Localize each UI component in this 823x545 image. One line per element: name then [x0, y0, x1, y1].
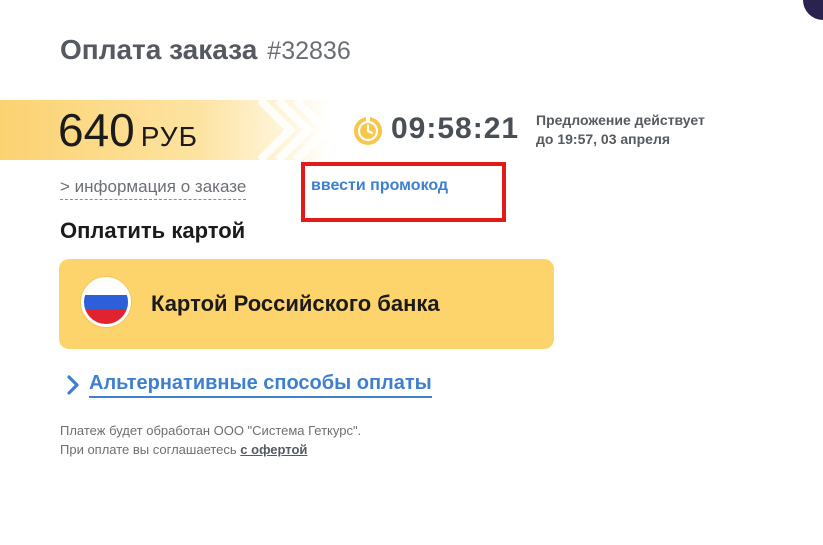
- page-title: Оплата заказа #32836: [60, 34, 351, 66]
- order-number: #32836: [267, 37, 351, 65]
- russia-flag-icon: [81, 277, 131, 327]
- promo-code-link[interactable]: ввести промокод: [311, 177, 448, 195]
- card-button-label: Картой Российского банка: [151, 291, 440, 316]
- payment-footer-note: Платеж будет обработан ООО "Система Гетк…: [60, 421, 361, 459]
- offer-validity: Предложение действует до 19:57, 03 апрел…: [536, 111, 705, 149]
- price-value: 640: [58, 104, 135, 156]
- footer-line-2: При оплате вы соглашаетесь с офертой: [60, 440, 361, 459]
- offer-line-2: до 19:57, 03 апреля: [536, 131, 671, 147]
- chevrons-decoration: [258, 100, 328, 160]
- russian-bank-card-button[interactable]: Картой Российского банка: [59, 259, 554, 349]
- footer-line-2-text: При оплате вы соглашаетесь: [60, 442, 241, 457]
- price-amount: 640 РУБ: [58, 104, 198, 163]
- footer-line-1: Платеж будет обработан ООО "Система Гетк…: [60, 423, 362, 438]
- offer-terms-link[interactable]: с офертой: [240, 442, 307, 457]
- pay-by-card-heading: Оплатить картой: [60, 218, 246, 243]
- order-info-link[interactable]: > информация о заказе: [60, 177, 247, 200]
- offer-line-1: Предложение действует: [536, 112, 705, 128]
- price-currency: РУБ: [140, 121, 198, 152]
- alternative-payment-link[interactable]: Альтернативные способы оплаты: [89, 372, 432, 398]
- window-corner-accent: [803, 0, 823, 20]
- stopwatch-icon: [354, 117, 382, 145]
- page-title-text: Оплата заказа: [60, 34, 258, 65]
- countdown-timer: 09:58:21: [391, 112, 520, 145]
- chevron-right-icon[interactable]: [66, 375, 80, 395]
